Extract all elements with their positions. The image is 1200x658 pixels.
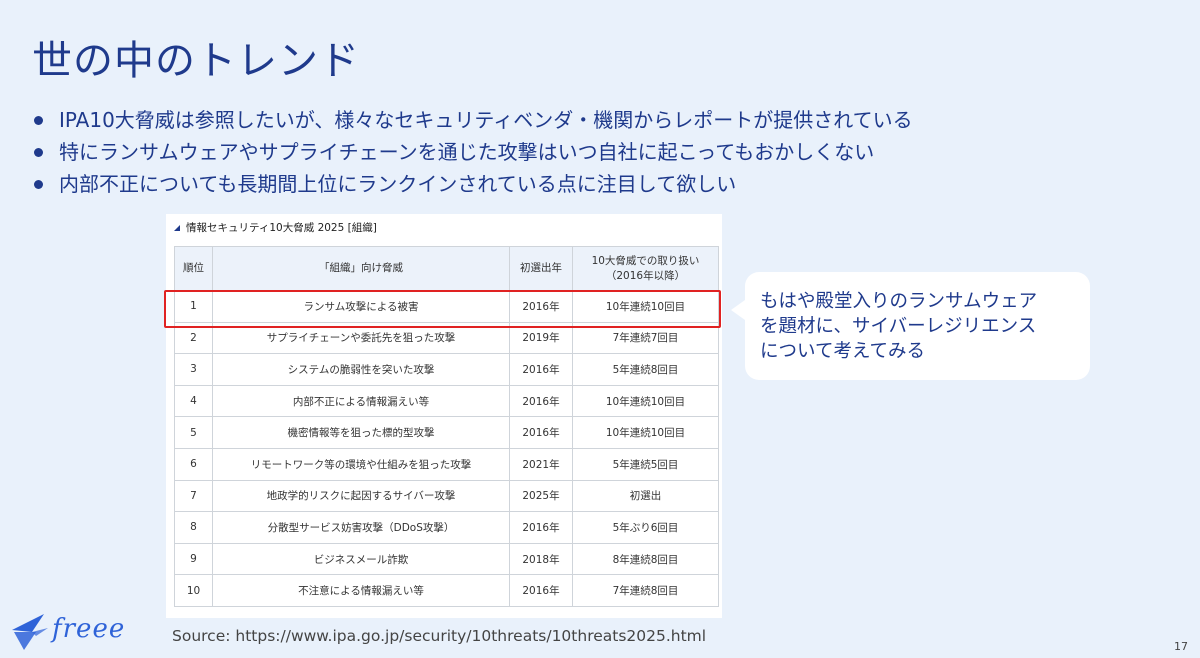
header-treatment-line1: 10大脅威での取り扱い (591, 254, 700, 267)
cell-treatment: 5年連続5回目 (572, 447, 719, 481)
bullet-dot-icon (34, 147, 43, 157)
bullet-dot-icon (34, 179, 43, 189)
header-treatment-line2: （2016年以降） (605, 269, 686, 282)
threats-table-panel: 情報セキュリティ10大脅威 2025 [組織] 順位 「組織」向け脅威 初選出年… (166, 214, 722, 618)
cell-treatment: 10年連続10回目 (572, 290, 719, 323)
cell-first-year: 2016年 (509, 384, 573, 418)
bullet-text: 特にランサムウェアやサプライチェーンを通じた攻撃はいつ自社に起こってもおかしくな… (59, 140, 875, 164)
cell-rank: 6 (174, 447, 213, 481)
cell-first-year: 2016年 (509, 574, 573, 607)
cell-treatment: 5年連続8回目 (572, 353, 719, 386)
bullet-item: 内部不正についても長期間上位にランクインされている点に注目して欲しい (34, 168, 1154, 200)
table-row: 2 サプライチェーンや委託先を狙った攻撃 2019年 7年連続7回目 (174, 321, 719, 355)
page-number: 17 (1174, 640, 1188, 653)
cell-threat: 分散型サービス妨害攻撃（DDoS攻撃） (212, 511, 510, 544)
cell-threat: 内部不正による情報漏えい等 (212, 384, 510, 418)
bullet-text: 内部不正についても長期間上位にランクインされている点に注目して欲しい (59, 172, 737, 196)
cell-threat: ランサム攻撃による被害 (212, 290, 510, 323)
cell-rank: 8 (174, 511, 213, 544)
cell-treatment: 10年連続10回目 (572, 384, 719, 418)
table-caption: 情報セキュリティ10大脅威 2025 [組織] (174, 220, 377, 235)
cell-first-year: 2021年 (509, 447, 573, 481)
cell-first-year: 2016年 (509, 416, 573, 449)
cell-treatment: 5年ぶり6回目 (572, 511, 719, 544)
source-citation: Source: https://www.ipa.go.jp/security/1… (172, 627, 707, 645)
freee-logo: freee (10, 606, 125, 652)
bullet-list: IPA10大脅威は参照したいが、様々なセキュリティベンダ・機関からレポートが提供… (34, 104, 1154, 200)
bullet-dot-icon (34, 115, 43, 125)
cell-threat: ビジネスメール詐欺 (212, 542, 510, 576)
cell-rank: 5 (174, 416, 213, 449)
table-row: 7 地政学的リスクに起因するサイバー攻撃 2025年 初選出 (174, 479, 719, 513)
header-first-year: 初選出年 (509, 246, 573, 291)
cell-rank: 3 (174, 353, 213, 386)
slide-title: 世の中のトレンド (32, 38, 360, 84)
cell-first-year: 2025年 (509, 479, 573, 513)
cell-threat: 不注意による情報漏えい等 (212, 574, 510, 607)
bullet-item: 特にランサムウェアやサプライチェーンを通じた攻撃はいつ自社に起こってもおかしくな… (34, 136, 1154, 168)
cell-rank: 4 (174, 384, 213, 418)
cell-threat: 地政学的リスクに起因するサイバー攻撃 (212, 479, 510, 513)
table-row: 9 ビジネスメール詐欺 2018年 8年連続8回目 (174, 542, 719, 576)
cell-first-year: 2018年 (509, 542, 573, 576)
callout-text: もはや殿堂入りのランサムウェア を題材に、サイバーレジリエンス について考えてみ… (760, 291, 1038, 362)
header-treatment: 10大脅威での取り扱い （2016年以降） (572, 246, 719, 291)
cell-treatment: 10年連続10回目 (572, 416, 719, 449)
cell-treatment: 8年連続8回目 (572, 542, 719, 576)
table-row: 5 機密情報等を狙った標的型攻撃 2016年 10年連続10回目 (174, 416, 719, 449)
logo-text: freee (52, 614, 126, 644)
cell-rank: 7 (174, 479, 213, 513)
triangle-marker-icon (174, 224, 180, 231)
cell-first-year: 2016年 (509, 353, 573, 386)
table-row: 3 システムの脆弱性を突いた攻撃 2016年 5年連続8回目 (174, 353, 719, 386)
cell-treatment: 7年連続7回目 (572, 321, 719, 355)
cell-threat: リモートワーク等の環境や仕組みを狙った攻撃 (212, 447, 510, 481)
cell-threat: システムの脆弱性を突いた攻撃 (212, 353, 510, 386)
cell-threat: 機密情報等を狙った標的型攻撃 (212, 416, 510, 449)
cell-first-year: 2016年 (509, 511, 573, 544)
bullet-item: IPA10大脅威は参照したいが、様々なセキュリティベンダ・機関からレポートが提供… (34, 104, 1154, 136)
cell-rank: 2 (174, 321, 213, 355)
cell-treatment: 7年連続8回目 (572, 574, 719, 607)
header-rank: 順位 (174, 246, 213, 291)
bullet-text: IPA10大脅威は参照したいが、様々なセキュリティベンダ・機関からレポートが提供… (59, 108, 913, 132)
cell-rank: 10 (174, 574, 213, 607)
cell-first-year: 2016年 (509, 290, 573, 323)
table-row: 1 ランサム攻撃による被害 2016年 10年連続10回目 (174, 290, 719, 323)
table-row: 4 内部不正による情報漏えい等 2016年 10年連続10回目 (174, 384, 719, 418)
header-threat: 「組織」向け脅威 (212, 246, 510, 291)
table-caption-text: 情報セキュリティ10大脅威 2025 [組織] (186, 222, 377, 234)
table-header-row: 順位 「組織」向け脅威 初選出年 10大脅威での取り扱い （2016年以降） (174, 246, 719, 291)
cell-first-year: 2019年 (509, 321, 573, 355)
callout-bubble: もはや殿堂入りのランサムウェア を題材に、サイバーレジリエンス について考えてみ… (731, 272, 1090, 380)
bird-icon (12, 614, 48, 650)
table-row: 8 分散型サービス妨害攻撃（DDoS攻撃） 2016年 5年ぶり6回目 (174, 511, 719, 544)
cell-rank: 9 (174, 542, 213, 576)
table-row: 6 リモートワーク等の環境や仕組みを狙った攻撃 2021年 5年連続5回目 (174, 447, 719, 481)
threats-table: 順位 「組織」向け脅威 初選出年 10大脅威での取り扱い （2016年以降） 1… (174, 246, 719, 607)
cell-threat: サプライチェーンや委託先を狙った攻撃 (212, 321, 510, 355)
table-row: 10 不注意による情報漏えい等 2016年 7年連続8回目 (174, 574, 719, 607)
cell-treatment: 初選出 (572, 479, 719, 513)
cell-rank: 1 (174, 290, 213, 323)
